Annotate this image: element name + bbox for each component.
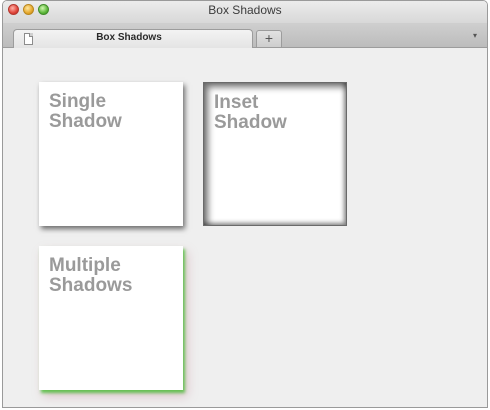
box-label: Multiple Shadows [49,255,133,296]
new-tab-button[interactable]: + [256,30,282,47]
box-label: Inset Shadow [214,92,287,133]
inset-shadow-box: Inset Shadow [203,82,347,226]
window-title: Box Shadows [208,3,282,17]
tab-bar: Box Shadows + ▾ [3,23,487,48]
tab-label: Box Shadows [96,32,162,43]
page-content: Single Shadow Inset Shadow Multiple Shad… [3,48,487,407]
single-shadow-box: Single Shadow [39,82,183,226]
tab-box-shadows[interactable]: Box Shadows [13,29,253,48]
tab-menu-chevron-icon[interactable]: ▾ [473,31,477,40]
multiple-shadows-box: Multiple Shadows [39,246,183,390]
browser-window: Box Shadows Box Shadows + ▾ Single Shado… [2,0,488,408]
box-label: Single Shadow [49,91,122,132]
